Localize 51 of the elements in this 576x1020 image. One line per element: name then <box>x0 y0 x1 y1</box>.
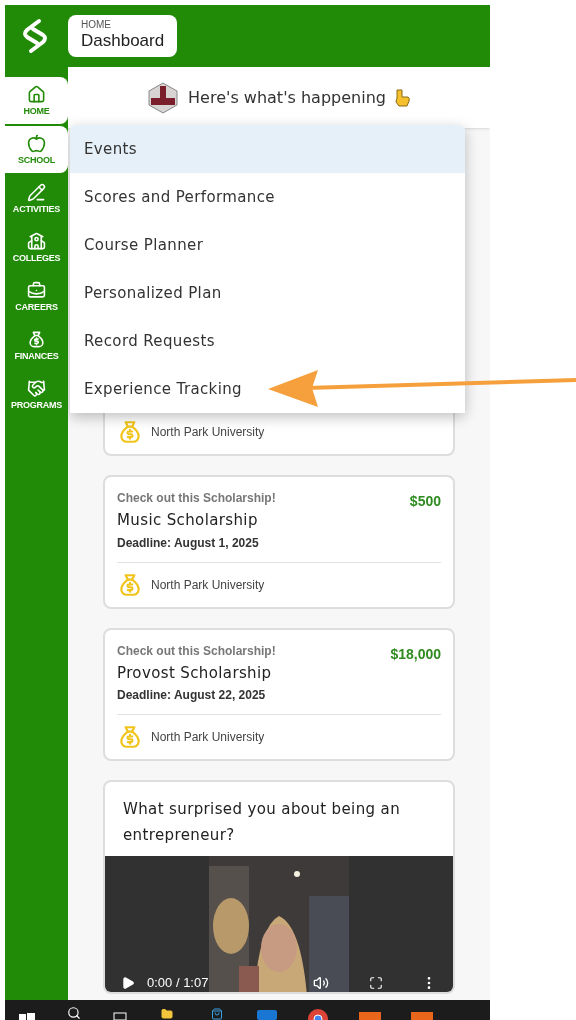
fullscreen-icon[interactable] <box>369 976 383 990</box>
money-bag-icon <box>117 724 143 750</box>
video-question: What surprised you about being an entrepreneur? <box>122 799 402 846</box>
provider-name: North Park University <box>151 729 265 746</box>
card-eyebrow: Check out this Scholarship! <box>117 490 276 507</box>
pointing-hand-icon <box>393 87 412 108</box>
nav-item[interactable]: COLLEGES <box>5 224 68 271</box>
school-building-icon <box>27 232 46 251</box>
amount-text: $500 <box>409 492 441 511</box>
amount-text: $18,000 <box>390 644 441 664</box>
menu-item[interactable]: Course Planner <box>70 221 465 269</box>
menu-item[interactable]: Personalized Plan <box>70 269 465 317</box>
provider-name: North Park University <box>151 424 265 441</box>
provider-name: North Park University <box>151 576 265 594</box>
breadcrumb: HOME <box>81 20 112 31</box>
nav-item[interactable]: PROGRAMS <box>5 371 68 418</box>
windows-start-icon[interactable] <box>19 1012 35 1020</box>
browser-icon[interactable] <box>307 1008 329 1020</box>
house-icon <box>27 85 46 104</box>
search-icon[interactable] <box>65 1006 83 1020</box>
nav-item[interactable]: HOME <box>5 77 68 124</box>
scholarship-title: Music Scholarship <box>117 510 259 531</box>
nav-item[interactable]: FINANCES <box>5 322 68 369</box>
scholarship-card[interactable]: Check out this Scholarship! Provost Scholarship Deadline: August 22, 2025 $18,000 North Park University <box>103 627 455 761</box>
menu-item[interactable]: Experience Tracking <box>70 365 465 413</box>
school-crest-icon <box>146 80 181 115</box>
apple-icon <box>27 134 46 153</box>
task-view-icon[interactable] <box>113 1012 127 1020</box>
menu-item[interactable]: Events <box>70 125 465 173</box>
play-icon[interactable] <box>121 976 135 990</box>
briefcase-icon <box>27 281 46 300</box>
video-player[interactable]: 0:00 / 1:07 <box>105 856 453 992</box>
money-bag-icon <box>27 330 46 349</box>
nav-item[interactable]: ACTIVITIES <box>5 175 68 222</box>
card-eyebrow: Check out this Scholarship! <box>117 642 276 660</box>
video-time: 0:00 / 1:07 <box>147 974 209 992</box>
volume-icon[interactable] <box>313 975 329 991</box>
scholarship-card[interactable]: Check out this Scholarship! Music Scholarship Deadline: August 1, 2025 $500 North Park University <box>103 475 455 609</box>
deadline-text: Deadline: August 1, 2025 <box>117 534 260 552</box>
menu-item[interactable]: Record Requests <box>70 317 465 365</box>
handshake-icon <box>27 379 46 398</box>
scholarship-title: Provost Scholarship <box>117 662 273 684</box>
nav-item[interactable]: CAREERS <box>5 273 68 320</box>
page-title: Dashboard <box>81 30 165 52</box>
money-bag-icon <box>117 419 143 445</box>
feed-heading: Here's what's happening <box>188 86 386 109</box>
deadline-text: Deadline: August 22, 2025 <box>117 687 267 704</box>
nav-item[interactable]: SCHOOL <box>5 126 68 173</box>
menu-item[interactable]: Scores and Performance <box>70 173 465 221</box>
money-bag-icon <box>117 571 143 598</box>
pencil-icon <box>27 183 46 202</box>
